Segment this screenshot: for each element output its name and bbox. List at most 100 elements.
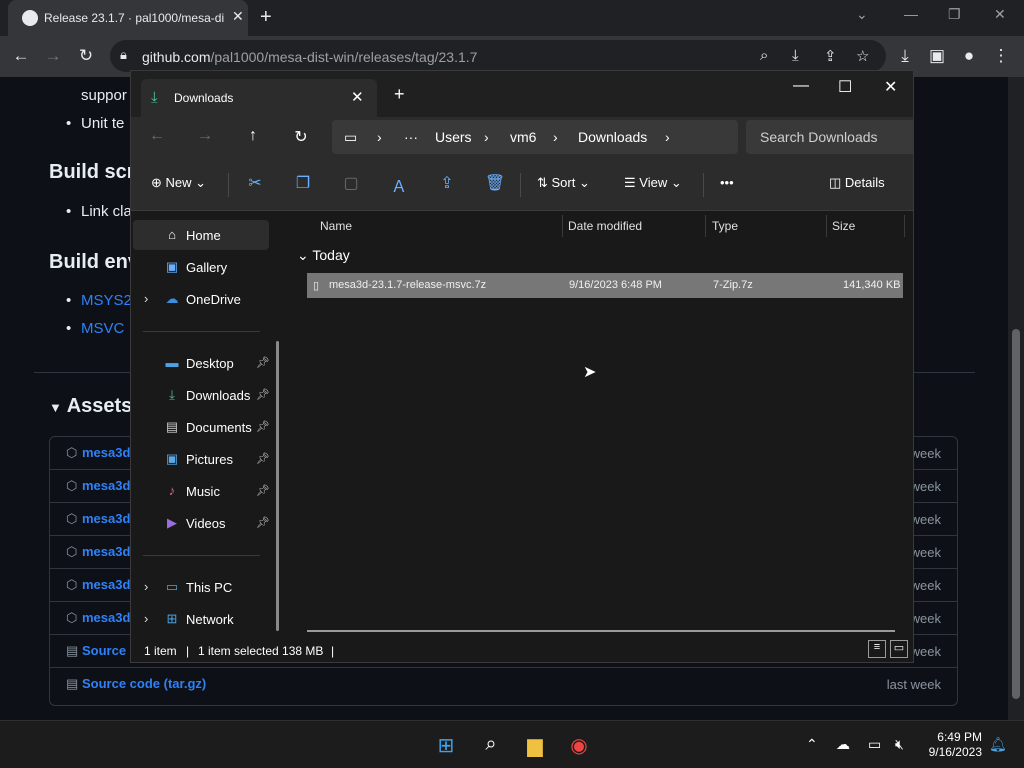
start-icon[interactable]: ⊞ bbox=[432, 733, 460, 758]
view-button[interactable]: ☰ View ⌄ bbox=[624, 175, 682, 191]
page-scrollbar[interactable] bbox=[1008, 77, 1024, 720]
tiles-view-icon[interactable]: ▭ bbox=[890, 640, 908, 658]
new-tab-button[interactable]: + bbox=[394, 84, 405, 105]
reload-icon[interactable]: ↻ bbox=[75, 46, 97, 66]
search-icon[interactable]: ⌕ bbox=[477, 733, 505, 756]
clock[interactable]: 6:49 PM 9/16/2023 bbox=[922, 730, 982, 760]
delete-icon[interactable]: 🗑︎ bbox=[484, 173, 506, 193]
column-date[interactable]: Date modified bbox=[568, 219, 642, 233]
breadcrumb-vm6[interactable]: vm6 bbox=[510, 129, 536, 145]
pin-icon[interactable]: 📌︎ bbox=[256, 420, 270, 433]
msvc-link[interactable]: MSVC bbox=[81, 320, 124, 337]
copy-icon[interactable]: ❐ bbox=[292, 173, 314, 193]
up-icon[interactable]: ↑ bbox=[242, 127, 264, 145]
side-panel-icon[interactable]: ▣ bbox=[926, 46, 948, 66]
maximize-button[interactable]: ☐ bbox=[838, 77, 852, 97]
scrollbar-thumb[interactable] bbox=[1012, 329, 1020, 699]
github-icon bbox=[22, 10, 38, 26]
more-icon[interactable]: ··· bbox=[404, 129, 418, 145]
file-row[interactable]: ▯ mesa3d-23.1.7-release-msvc.7z 9/16/202… bbox=[307, 273, 903, 298]
horizontal-scrollbar[interactable] bbox=[307, 630, 895, 632]
notification-bell-icon[interactable]: 🔔︎ bbox=[989, 736, 1007, 753]
restore-button[interactable]: ❐ bbox=[948, 6, 961, 23]
file-explorer-icon[interactable]: ▆ bbox=[521, 733, 549, 758]
browser-tab[interactable]: Release 23.1.7 · pal1000/mesa-di ✕ bbox=[8, 0, 248, 36]
network-icon: ⊞ bbox=[166, 611, 178, 626]
profile-icon[interactable]: ● bbox=[958, 46, 980, 66]
details-view-icon[interactable]: ≡ bbox=[868, 640, 886, 658]
asset-row[interactable]: ▤ Source code (tar.gz) last week bbox=[50, 668, 957, 701]
chevron-right-icon[interactable]: › bbox=[144, 611, 148, 626]
nav-home[interactable]: ⌂ Home bbox=[133, 220, 269, 250]
share-icon[interactable]: ⇪ bbox=[824, 47, 837, 65]
install-icon[interactable]: ⤓ bbox=[792, 47, 799, 64]
zip-icon: ▤ bbox=[66, 643, 79, 658]
new-tab-button[interactable]: + bbox=[260, 6, 272, 29]
chevron-up-icon[interactable]: ⌃ bbox=[806, 736, 818, 753]
nav-onedrive[interactable]: › ☁ OneDrive bbox=[133, 284, 269, 314]
close-window-button[interactable]: ✕ bbox=[994, 6, 1006, 23]
breadcrumb-users[interactable]: Users bbox=[435, 129, 472, 145]
downloads-icon[interactable]: ⤓ bbox=[894, 46, 916, 66]
download-arrow-icon: ⤓ bbox=[151, 89, 158, 106]
share-icon[interactable]: ⇪ bbox=[436, 173, 458, 193]
cut-icon[interactable]: ✂ bbox=[244, 173, 266, 193]
forward-icon[interactable]: → bbox=[194, 127, 216, 145]
chevron-right-icon[interactable]: › bbox=[144, 579, 148, 594]
pin-icon[interactable]: 📌︎ bbox=[256, 484, 270, 497]
new-button[interactable]: ⊕ New ⌄ bbox=[151, 175, 206, 191]
close-button[interactable]: ✕ bbox=[884, 77, 897, 97]
nav-network[interactable]: › ⊞ Network bbox=[133, 604, 269, 634]
close-tab-icon[interactable]: ✕ bbox=[351, 88, 364, 106]
address-bar[interactable]: ▭ › ··· Users › vm6 › Downloads › bbox=[332, 120, 738, 154]
msys-link[interactable]: MSYS2 bbox=[81, 292, 132, 309]
sort-button[interactable]: ⇅ Sort ⌄ bbox=[537, 175, 590, 191]
nav-videos[interactable]: ▶ Videos 📌︎ bbox=[133, 508, 270, 538]
network-icon[interactable]: ▭ bbox=[868, 736, 881, 753]
minimize-button[interactable]: — bbox=[904, 6, 918, 22]
details-button[interactable]: ◫ Details bbox=[829, 175, 885, 191]
pin-icon[interactable]: 📌︎ bbox=[256, 356, 270, 369]
divider bbox=[826, 215, 827, 237]
nav-this-pc[interactable]: › ▭ This PC bbox=[133, 572, 269, 602]
menu-icon[interactable]: ⋮ bbox=[990, 46, 1012, 66]
pin-icon[interactable]: 📌︎ bbox=[256, 516, 270, 529]
column-name[interactable]: Name bbox=[320, 219, 352, 233]
refresh-icon[interactable]: ↻ bbox=[290, 127, 312, 147]
paste-icon[interactable]: ▢ bbox=[340, 173, 362, 193]
minimize-button[interactable]: — bbox=[793, 77, 809, 95]
column-type[interactable]: Type bbox=[712, 219, 738, 233]
nav-downloads[interactable]: ⤓ Downloads 📌︎ bbox=[133, 380, 270, 410]
more-options-button[interactable]: ••• bbox=[720, 175, 734, 190]
onedrive-icon[interactable]: ☁ bbox=[836, 736, 850, 753]
pin-icon[interactable]: 📌︎ bbox=[256, 452, 270, 465]
nav-pictures[interactable]: ▣ Pictures 📌︎ bbox=[133, 444, 270, 474]
chrome-icon[interactable]: ◉ bbox=[565, 733, 593, 758]
tab-search-icon[interactable]: ⌄ bbox=[856, 6, 868, 23]
explorer-tab[interactable]: ⤓ Downloads ✕ bbox=[141, 79, 377, 117]
file-explorer-window: ⤓ Downloads ✕ + — ☐ ✕ ← → ↑ ↻ ▭ › ··· Us… bbox=[130, 70, 914, 663]
close-tab-icon[interactable]: ✕ bbox=[232, 8, 244, 25]
pin-icon[interactable]: 📌︎ bbox=[256, 388, 270, 401]
forward-icon[interactable]: → bbox=[42, 46, 64, 66]
nav-documents[interactable]: ▤ Documents 📌︎ bbox=[133, 412, 270, 442]
nav-desktop[interactable]: ▬ Desktop 📌︎ bbox=[133, 348, 270, 378]
url-text: github.com/pal1000/mesa-dist-win/release… bbox=[142, 49, 478, 65]
breadcrumb-downloads[interactable]: Downloads bbox=[578, 129, 647, 145]
assets-toggle[interactable]: ▼ Assets bbox=[49, 395, 132, 418]
back-icon[interactable]: ← bbox=[146, 127, 168, 145]
rename-icon[interactable]: Ａ bbox=[388, 173, 410, 197]
column-size[interactable]: Size bbox=[832, 219, 855, 233]
nav-gallery[interactable]: ▣ Gallery bbox=[133, 252, 269, 282]
chevron-right-icon[interactable]: › bbox=[144, 291, 148, 306]
nav-scrollbar[interactable] bbox=[276, 341, 279, 631]
bookmark-star-icon[interactable]: ☆ bbox=[856, 47, 869, 65]
search-box[interactable]: Search Downloads bbox=[746, 120, 914, 154]
address-bar[interactable]: 🔒︎ github.com/pal1000/mesa-dist-win/rele… bbox=[110, 40, 886, 72]
search-icon[interactable]: ⌕ bbox=[760, 47, 768, 64]
back-icon[interactable]: ← bbox=[10, 46, 32, 66]
divider: | bbox=[186, 644, 190, 658]
group-header[interactable]: ⌄ Today bbox=[297, 247, 350, 264]
volume-mute-icon[interactable]: 🔇︎ bbox=[895, 736, 904, 753]
nav-music[interactable]: ♪ Music 📌︎ bbox=[133, 476, 270, 506]
